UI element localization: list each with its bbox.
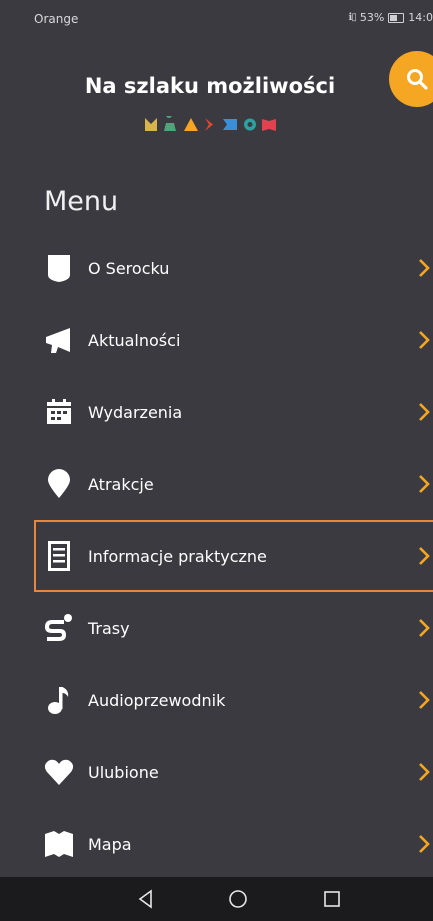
shield-icon: [44, 253, 74, 283]
app-header: Na szlaku możliwości: [0, 44, 433, 174]
carrier-name: Orange: [34, 12, 79, 26]
menu-item-audioprzewodnik[interactable]: Audioprzewodnik: [0, 664, 433, 736]
chevron-right-icon: [419, 763, 430, 781]
logo-triangle-shape: [184, 118, 198, 131]
calendar-icon: [44, 397, 74, 427]
menu-item-label: Trasy: [88, 618, 130, 638]
app-title: Na szlaku możliwości: [84, 74, 336, 98]
menu-item-ulubione[interactable]: Ulubione: [0, 736, 433, 808]
chevron-right-icon: [419, 403, 430, 421]
logo-arrow-shape: [205, 118, 213, 131]
chevron-right-icon: [419, 691, 430, 709]
map-icon: [44, 829, 74, 859]
logo-person-shape: [164, 116, 176, 131]
menu-list: O Serocku Aktualności Wydarzenia Atrakcj…: [0, 232, 433, 880]
menu-item-label: Wydarzenia: [88, 402, 183, 422]
chevron-right-icon: [419, 835, 430, 853]
back-icon[interactable]: [134, 887, 158, 911]
menu-item-aktualnosci[interactable]: Aktualności: [0, 304, 433, 376]
menu-item-label: O Serocku: [88, 258, 170, 278]
system-nav-bar: [0, 877, 433, 921]
menu-item-label: Ulubione: [88, 762, 159, 782]
battery-icon: [388, 12, 405, 23]
chevron-right-icon: [419, 331, 430, 349]
menu-item-wydarzenia[interactable]: Wydarzenia: [0, 376, 433, 448]
home-icon[interactable]: [226, 887, 250, 911]
menu-item-o-serocku[interactable]: O Serocku: [0, 232, 433, 304]
location-pin-icon: [44, 469, 74, 499]
menu-item-mapa[interactable]: Mapa: [0, 808, 433, 880]
menu-item-label: Informacje praktyczne: [88, 546, 267, 566]
music-note-icon: [44, 685, 74, 715]
heart-icon: [44, 757, 74, 787]
chevron-right-icon: [419, 259, 430, 277]
battery-percent: 53%: [359, 11, 385, 24]
menu-item-label: Aktualności: [88, 330, 181, 350]
logo-book-shape: [262, 119, 276, 131]
clock: 14:0: [408, 11, 433, 24]
status-indicators: ℹ▯ 53% 14:0: [349, 11, 433, 24]
logo-m-shape: [145, 118, 157, 131]
menu-item-informacje-praktyczne[interactable]: Informacje praktyczne: [34, 520, 433, 592]
search-icon: [407, 69, 428, 90]
status-bar: Orange ℹ▯ 53% 14:0: [0, 0, 433, 44]
logo-flag-shape: [223, 119, 237, 130]
menu-title: Menu: [44, 186, 119, 217]
megaphone-icon: [44, 325, 74, 355]
chevron-right-icon: [419, 547, 430, 565]
chevron-right-icon: [419, 475, 430, 493]
document-icon: [44, 541, 74, 571]
menu-item-atrakcje[interactable]: Atrakcje: [0, 448, 433, 520]
menu-item-label: Mapa: [88, 834, 132, 854]
menu-item-label: Audioprzewodnik: [88, 690, 226, 710]
logo-shapes-icon: [145, 116, 276, 131]
menu-item-label: Atrakcje: [88, 474, 154, 494]
signal-icon: ℹ▯: [348, 12, 357, 23]
route-icon: [44, 613, 74, 643]
chevron-right-icon: [419, 619, 430, 637]
recents-icon[interactable]: [320, 887, 344, 911]
menu-item-trasy[interactable]: Trasy: [0, 592, 433, 664]
